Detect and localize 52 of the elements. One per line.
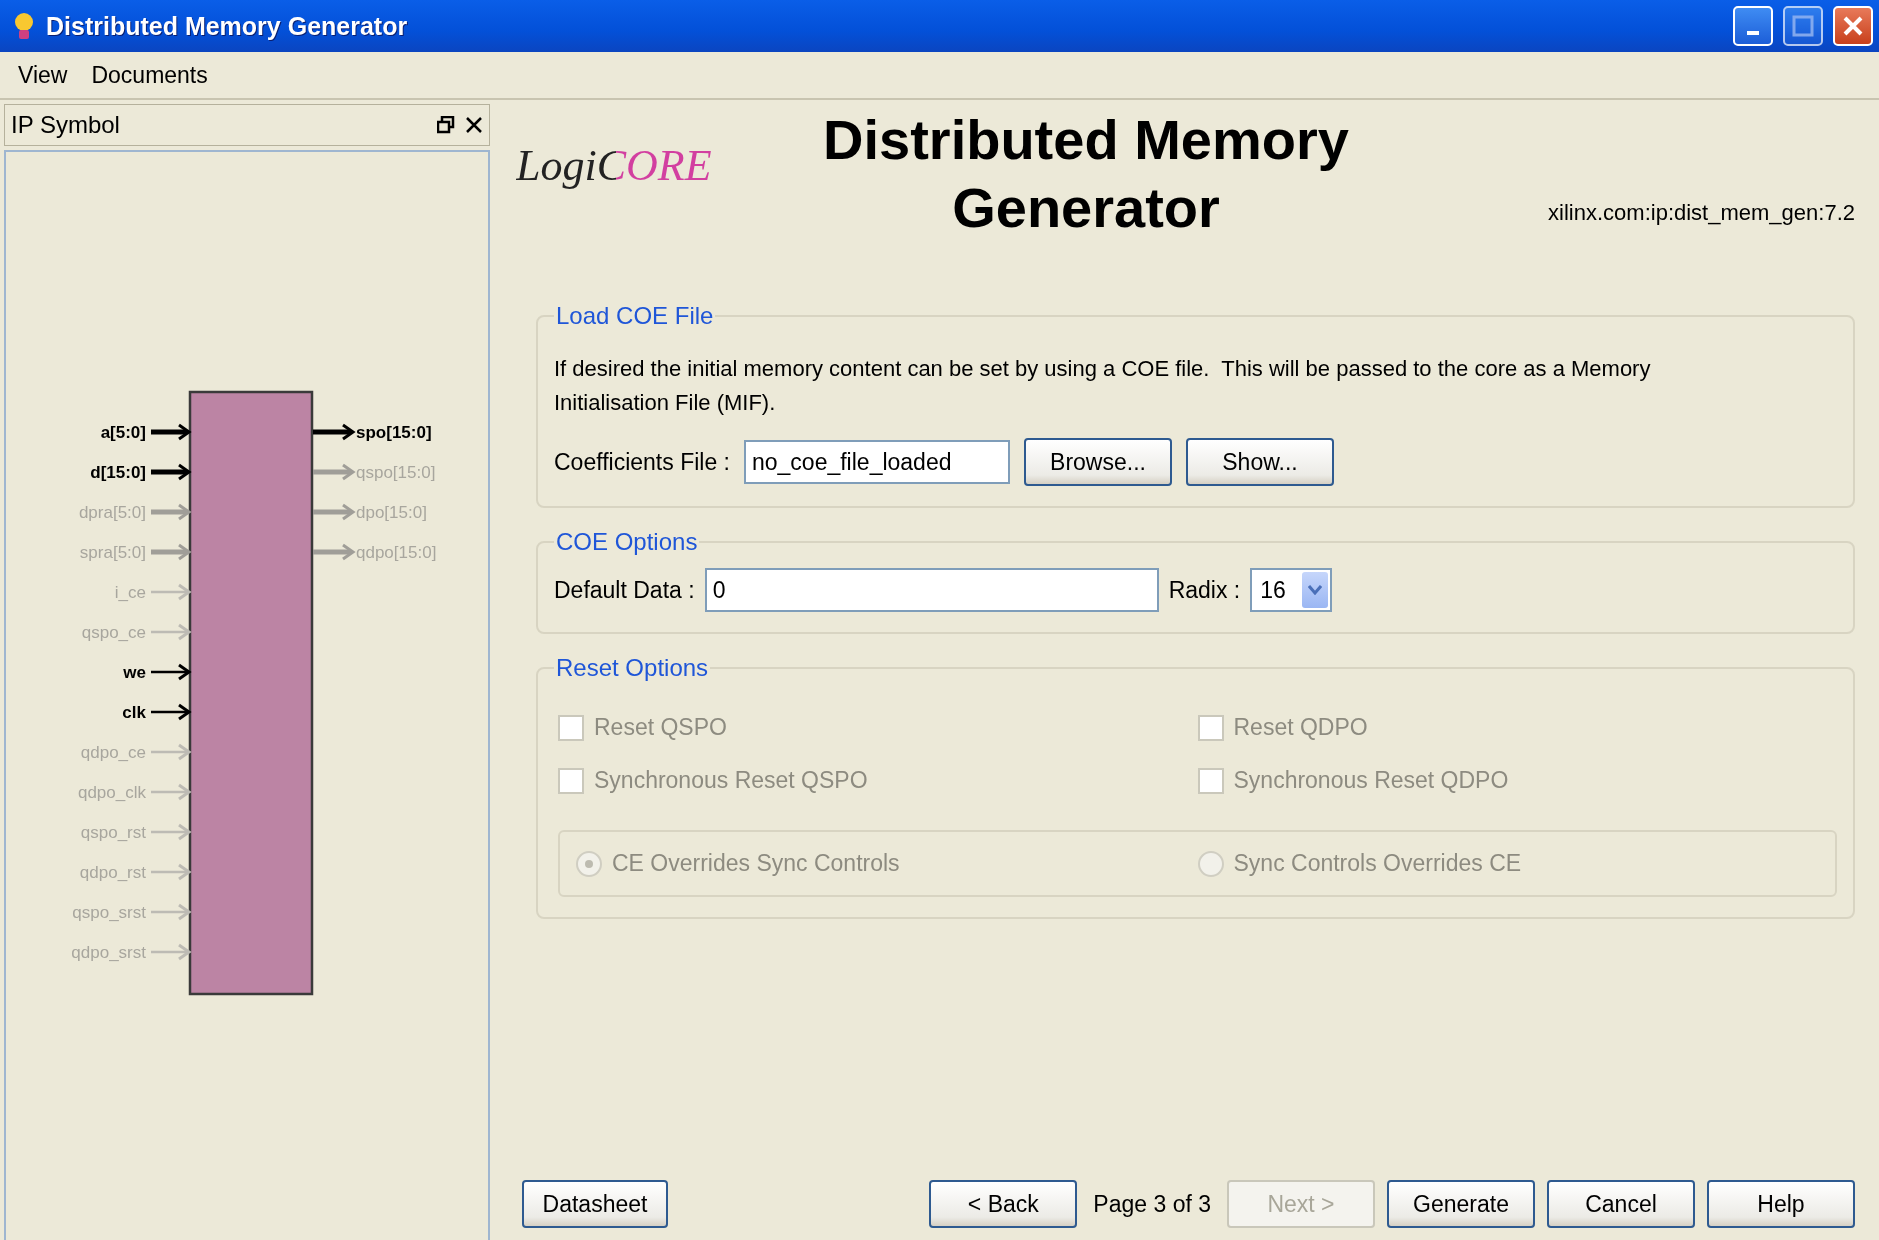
minimize-button[interactable] [1733, 6, 1773, 46]
maximize-icon [1792, 15, 1814, 37]
close-icon[interactable] [465, 116, 483, 134]
pin-label: spo[15:0] [356, 423, 432, 442]
pin-label: qdpo_clk [77, 783, 146, 802]
window-title: Distributed Memory Generator [46, 11, 409, 41]
core-version: xilinx.com:ip:dist_mem_gen:7.2 [1548, 200, 1855, 226]
field-label: Default Data : [554, 576, 695, 604]
group-legend: Load COE File [554, 302, 716, 330]
pin-label: we [123, 663, 146, 682]
file-button[interactable]: Show... [1186, 438, 1334, 486]
pin-label: dpo[15:0] [356, 503, 427, 522]
group-legend: Reset Options [554, 654, 711, 682]
field-label: Radix : [1168, 576, 1241, 604]
pin-label: i_ce [114, 583, 146, 602]
page-indicator: Page 3 of 3 [1093, 1190, 1211, 1218]
pin-label: dpra[5:0] [78, 503, 146, 522]
dialog-button[interactable]: Help [1707, 1180, 1855, 1228]
close-button[interactable] [1833, 6, 1873, 46]
back-button[interactable]: < Back [929, 1180, 1078, 1228]
panel-title: IP Symbol [11, 111, 121, 139]
menu-item[interactable]: View [6, 61, 80, 89]
pin-label: qdpo[15:0] [356, 543, 437, 562]
dialog-button[interactable]: Cancel [1547, 1180, 1695, 1228]
description-text: If desired the initial memory content can be set by using a COE file. This will be passed to the core as a Memory Initialisation File (MIF). [554, 355, 1652, 417]
pin-label: qdpo_srst [71, 943, 146, 962]
file-button[interactable]: Browse... [1024, 438, 1172, 486]
page-title: Distributed Memory Generator [822, 107, 1350, 241]
menu-item[interactable]: Documents [79, 61, 220, 89]
coefficients-file-field[interactable]: no_coe_file_loaded [744, 440, 1010, 484]
pin-label: qspo[15:0] [356, 463, 436, 482]
lightbulb-icon [12, 11, 36, 41]
pin-label: clk [122, 703, 146, 722]
pin-label: d[15:0] [90, 463, 146, 482]
pin-label: qspo_ce [81, 623, 146, 642]
field-label: Coefficients File : [554, 448, 730, 476]
maximize-button[interactable] [1783, 6, 1823, 46]
pin-label: spra[5:0] [79, 543, 146, 562]
close-icon [1842, 15, 1864, 37]
restore-icon[interactable] [437, 116, 455, 134]
group-legend: COE Options [554, 528, 700, 556]
pin-label: qspo_rst [80, 823, 146, 842]
radix-select[interactable]: 16 [1250, 568, 1333, 612]
datasheet-button[interactable]: Datasheet [522, 1180, 668, 1228]
dropdown-icon [1302, 572, 1329, 608]
pin-label: qdpo_ce [80, 743, 146, 762]
pin-label: a[5:0] [100, 423, 146, 442]
pin-label: qdpo_rst [79, 863, 146, 882]
default-data-field[interactable]: 0 [704, 568, 1159, 612]
dialog-button[interactable]: Generate [1387, 1180, 1535, 1228]
minimize-icon [1747, 31, 1759, 35]
pin-label: qspo_srst [72, 903, 146, 922]
